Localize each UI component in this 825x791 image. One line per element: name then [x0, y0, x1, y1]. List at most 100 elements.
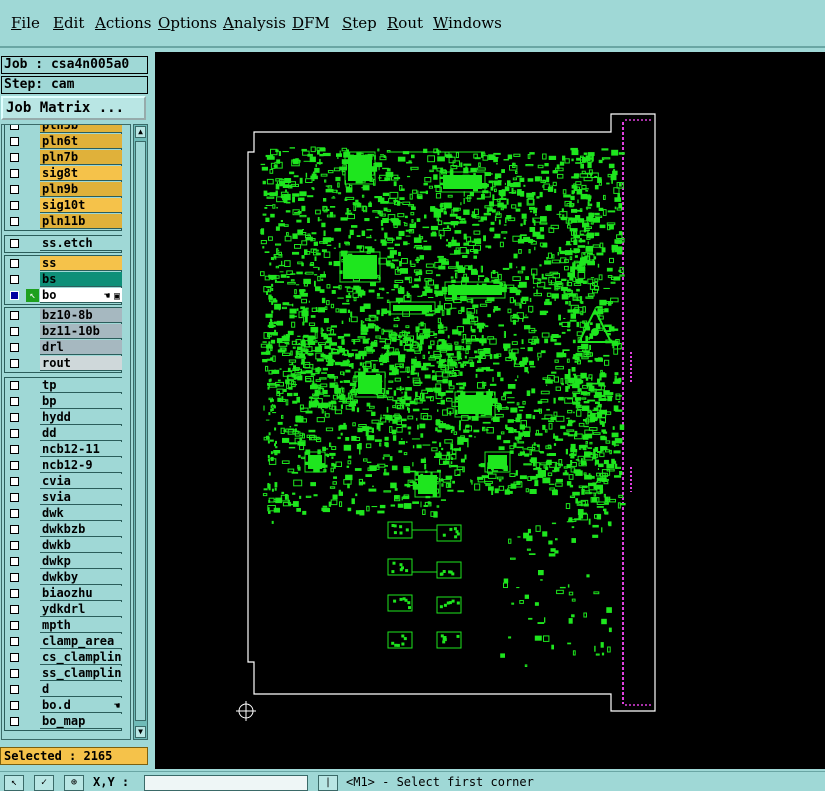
- layer-checkbox[interactable]: [10, 381, 19, 390]
- layer-name[interactable]: cvia: [40, 474, 122, 489]
- layer-checkbox[interactable]: [10, 343, 19, 352]
- layer-name[interactable]: dwk: [40, 506, 122, 521]
- layer-row-dwkbzb[interactable]: dwkbzb: [5, 522, 122, 538]
- layer-name[interactable]: svia: [40, 490, 122, 505]
- job-matrix-button[interactable]: Job Matrix ...: [1, 96, 146, 120]
- layer-name[interactable]: rout: [40, 356, 122, 371]
- menu-rout[interactable]: Rout: [387, 14, 423, 32]
- layer-name[interactable]: drl: [40, 340, 122, 355]
- layer-row-dd[interactable]: dd: [5, 426, 122, 442]
- menu-windows[interactable]: Windows: [433, 14, 502, 32]
- graphic-canvas[interactable]: [155, 52, 825, 769]
- layer-name[interactable]: cs_clampline: [40, 650, 122, 665]
- layer-name[interactable]: mpth: [40, 618, 122, 633]
- layer-row-bz11-10b[interactable]: bz11-10b: [5, 324, 122, 340]
- layer-name[interactable]: hydd: [40, 410, 122, 425]
- layer-name[interactable]: ydkdrl: [40, 602, 122, 617]
- layer-name[interactable]: ncb12-9: [40, 458, 122, 473]
- layer-row-clamp_area[interactable]: clamp_area: [5, 634, 122, 650]
- layer-name[interactable]: bp: [40, 394, 122, 409]
- layer-row-dwkby[interactable]: dwkby: [5, 570, 122, 586]
- layer-row-cvia[interactable]: cvia: [5, 474, 122, 490]
- layer-row-sig10t[interactable]: sig10t: [5, 198, 122, 214]
- layer-checkbox[interactable]: [10, 445, 19, 454]
- layer-row-ydkdrl[interactable]: ydkdrl: [5, 602, 122, 618]
- layer-row-pln11b[interactable]: pln11b: [5, 214, 122, 230]
- layer-row-pln6t[interactable]: pln6t: [5, 134, 122, 150]
- layer-name[interactable]: pln7b: [40, 150, 122, 165]
- layer-checkbox[interactable]: [10, 169, 19, 178]
- layer-row-d[interactable]: d: [5, 682, 122, 698]
- layer-name[interactable]: pln9b: [40, 182, 122, 197]
- layer-name[interactable]: bz11-10b: [40, 324, 122, 339]
- layer-row-bo_map[interactable]: bo_map: [5, 714, 122, 730]
- layer-checkbox[interactable]: [10, 201, 19, 210]
- layer-checkbox[interactable]: [10, 259, 19, 268]
- menu-dfm[interactable]: DFM: [292, 14, 330, 32]
- layer-checkbox[interactable]: [10, 701, 19, 710]
- layer-row-bo.d[interactable]: bo.d ☚: [5, 698, 122, 714]
- layer-checkbox[interactable]: [10, 311, 19, 320]
- layer-checkbox[interactable]: [10, 153, 19, 162]
- layer-row-pln7b[interactable]: pln7b: [5, 150, 122, 166]
- layer-checkbox[interactable]: [10, 429, 19, 438]
- layer-row-dwk[interactable]: dwk: [5, 506, 122, 522]
- layer-name[interactable]: sig10t: [40, 198, 122, 213]
- layer-name[interactable]: dwkbzb: [40, 522, 122, 537]
- layer-checkbox[interactable]: [10, 573, 19, 582]
- layer-name[interactable]: bo ☚ ▣: [40, 288, 122, 303]
- layer-checkbox[interactable]: [10, 217, 19, 226]
- layer-checkbox[interactable]: [10, 509, 19, 518]
- layer-name[interactable]: bs: [40, 272, 122, 287]
- layer-checkbox[interactable]: [10, 461, 19, 470]
- layer-checkbox[interactable]: [10, 359, 19, 368]
- layer-row-ss.etch[interactable]: ss.etch: [5, 236, 122, 252]
- scroll-up-arrow-icon[interactable]: ▲: [135, 126, 146, 138]
- layer-checkbox[interactable]: [10, 125, 19, 130]
- layer-name[interactable]: bo_map: [40, 714, 122, 729]
- layer-checkbox[interactable]: [10, 557, 19, 566]
- layer-row-cs_clampline[interactable]: cs_clampline: [5, 650, 122, 666]
- layer-name[interactable]: ncb12-11: [40, 442, 122, 457]
- layer-name[interactable]: pln5b: [40, 125, 122, 133]
- layer-name[interactable]: pln11b: [40, 214, 122, 229]
- pcb-view[interactable]: [155, 52, 825, 769]
- layer-row-sig8t[interactable]: sig8t: [5, 166, 122, 182]
- layer-name[interactable]: d: [40, 682, 122, 697]
- layer-checkbox[interactable]: [10, 605, 19, 614]
- layer-row-ncb12-11[interactable]: ncb12-11: [5, 442, 122, 458]
- layer-name[interactable]: dwkp: [40, 554, 122, 569]
- layer-name[interactable]: bz10-8b: [40, 308, 122, 323]
- layer-row-bz10-8b[interactable]: bz10-8b: [5, 308, 122, 324]
- layer-name[interactable]: biaozhu: [40, 586, 122, 601]
- layer-checkbox[interactable]: [10, 413, 19, 422]
- layer-row-biaozhu[interactable]: biaozhu: [5, 586, 122, 602]
- layer-name[interactable]: dwkby: [40, 570, 122, 585]
- scroll-down-arrow-icon[interactable]: ▼: [135, 726, 146, 738]
- layer-checkbox[interactable]: [10, 275, 19, 284]
- layer-checkbox[interactable]: [10, 291, 19, 300]
- layer-row-ss[interactable]: ss: [5, 256, 122, 272]
- layer-name[interactable]: ss_clampline: [40, 666, 122, 681]
- layer-checkbox[interactable]: [10, 397, 19, 406]
- layer-checkbox[interactable]: [10, 621, 19, 630]
- layer-name[interactable]: ss: [40, 256, 122, 271]
- layer-checkbox[interactable]: [10, 137, 19, 146]
- layer-name[interactable]: dwkb: [40, 538, 122, 553]
- layer-name[interactable]: pln6t: [40, 134, 122, 149]
- layer-row-ss_clampline[interactable]: ss_clampline: [5, 666, 122, 682]
- layer-checkbox[interactable]: [10, 717, 19, 726]
- menu-file[interactable]: File: [11, 14, 40, 32]
- menu-options[interactable]: Options: [158, 14, 217, 32]
- menu-analysis[interactable]: Analysis: [223, 14, 286, 32]
- layer-checkbox[interactable]: [10, 637, 19, 646]
- layer-row-ncb12-9[interactable]: ncb12-9: [5, 458, 122, 474]
- layer-checkbox[interactable]: [10, 669, 19, 678]
- layer-checkbox[interactable]: [10, 653, 19, 662]
- layer-row-tp[interactable]: tp: [5, 378, 122, 394]
- layer-row-dwkb[interactable]: dwkb: [5, 538, 122, 554]
- layer-row-hydd[interactable]: hydd: [5, 410, 122, 426]
- layer-checkbox[interactable]: [10, 493, 19, 502]
- layer-name[interactable]: bo.d ☚: [40, 698, 122, 713]
- menu-actions[interactable]: Actions: [95, 14, 151, 32]
